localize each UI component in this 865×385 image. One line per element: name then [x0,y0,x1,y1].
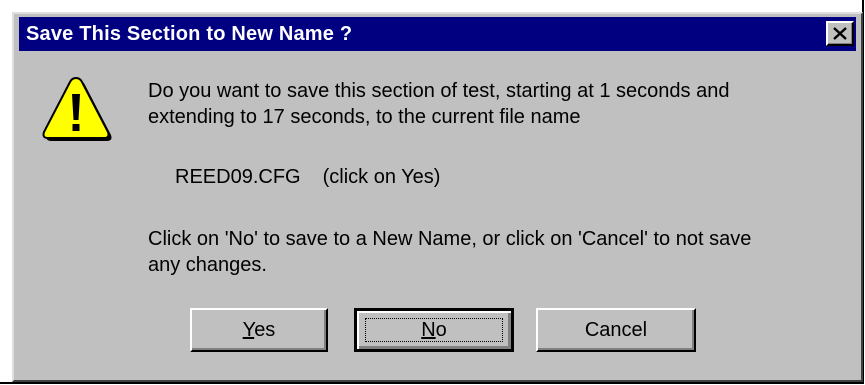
yes-access-key: Y [242,319,255,341]
message-line-3: Click on 'No' to save to a New Name, or … [148,228,752,250]
filename-hint: (click on Yes) [322,166,441,188]
close-button[interactable] [826,21,854,46]
message-line-2: extending to 17 seconds, to the current … [148,106,581,128]
message-line-4: any changes. [148,254,267,276]
close-icon [833,27,847,40]
save-section-dialog: Save This Section to New Name ? Do you w… [12,12,863,382]
current-filename: REED09.CFG [175,166,301,188]
yes-button[interactable]: Yes [190,308,328,352]
focus-ring [365,318,503,342]
cancel-button[interactable]: Cancel [536,308,696,352]
title-bar[interactable]: Save This Section to New Name ? [19,17,856,51]
yes-label-rest: es [254,319,276,341]
dialog-title: Save This Section to New Name ? [26,23,353,45]
warning-icon [42,76,112,141]
message-line-1: Do you want to save this section of test… [148,80,730,102]
no-button[interactable]: No [354,308,514,352]
filename-line: REED09.CFG (click on Yes) [175,164,440,190]
